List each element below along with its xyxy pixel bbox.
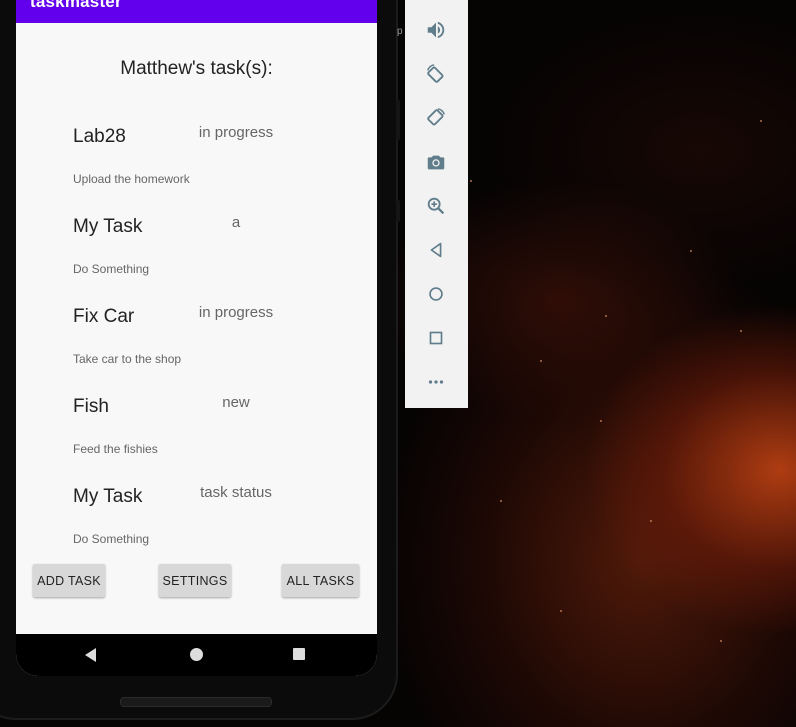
task-body: Do Something [73,262,150,276]
home-icon[interactable] [421,279,451,309]
page-title: Matthew's task(s): [120,58,273,79]
app-screen: taskmaster Matthew's task(s): Lab28 in p… [16,0,377,676]
task-title: Fix Car [73,306,135,327]
task-status: in progress [198,124,274,141]
add-task-button[interactable]: ADD TASK [33,564,105,597]
recents-icon[interactable] [293,648,305,660]
rotate-left-icon[interactable] [421,59,451,89]
task-body: Do Something [73,532,150,546]
task-status: task status [200,484,272,501]
frame-marker: p [397,26,403,37]
home-icon[interactable] [190,648,203,661]
zoom-icon[interactable] [421,191,451,221]
camera-icon[interactable] [421,147,451,177]
task-item[interactable]: My Task task status Do Something [16,484,377,576]
app-title: taskmaster [30,0,122,11]
task-item[interactable]: My Task a Do Something [16,214,377,306]
rotate-right-icon[interactable] [421,103,451,133]
overview-icon[interactable] [421,323,451,353]
task-body: Take car to the shop [73,352,182,366]
task-item[interactable]: Lab28 in progress Upload the homework [16,124,377,216]
task-body: Feed the fishies [73,442,158,456]
device-bottom-edge [120,697,272,707]
volume-icon[interactable] [421,15,451,45]
app-bar: taskmaster [16,0,377,23]
task-title: My Task [73,216,143,237]
task-item[interactable]: Fish new Feed the fishies [16,394,377,486]
task-status: new [222,394,250,411]
all-tasks-button[interactable]: ALL TASKS [282,564,359,597]
task-title: My Task [73,486,143,507]
task-status: in progress [198,304,274,321]
task-body: Upload the homework [73,172,190,186]
more-icon[interactable] [421,367,451,397]
back-icon[interactable] [85,648,96,662]
task-title: Lab28 [73,126,126,147]
settings-button[interactable]: SETTINGS [159,564,231,597]
device-side-button [396,100,400,140]
task-title: Fish [73,396,109,417]
emulator-toolbar [405,0,468,408]
task-item[interactable]: Fix Car in progress Take car to the shop [16,304,377,396]
system-nav-bar [16,634,377,676]
back-icon[interactable] [421,235,451,265]
device-side-button [396,200,400,222]
task-status: a [231,214,241,231]
